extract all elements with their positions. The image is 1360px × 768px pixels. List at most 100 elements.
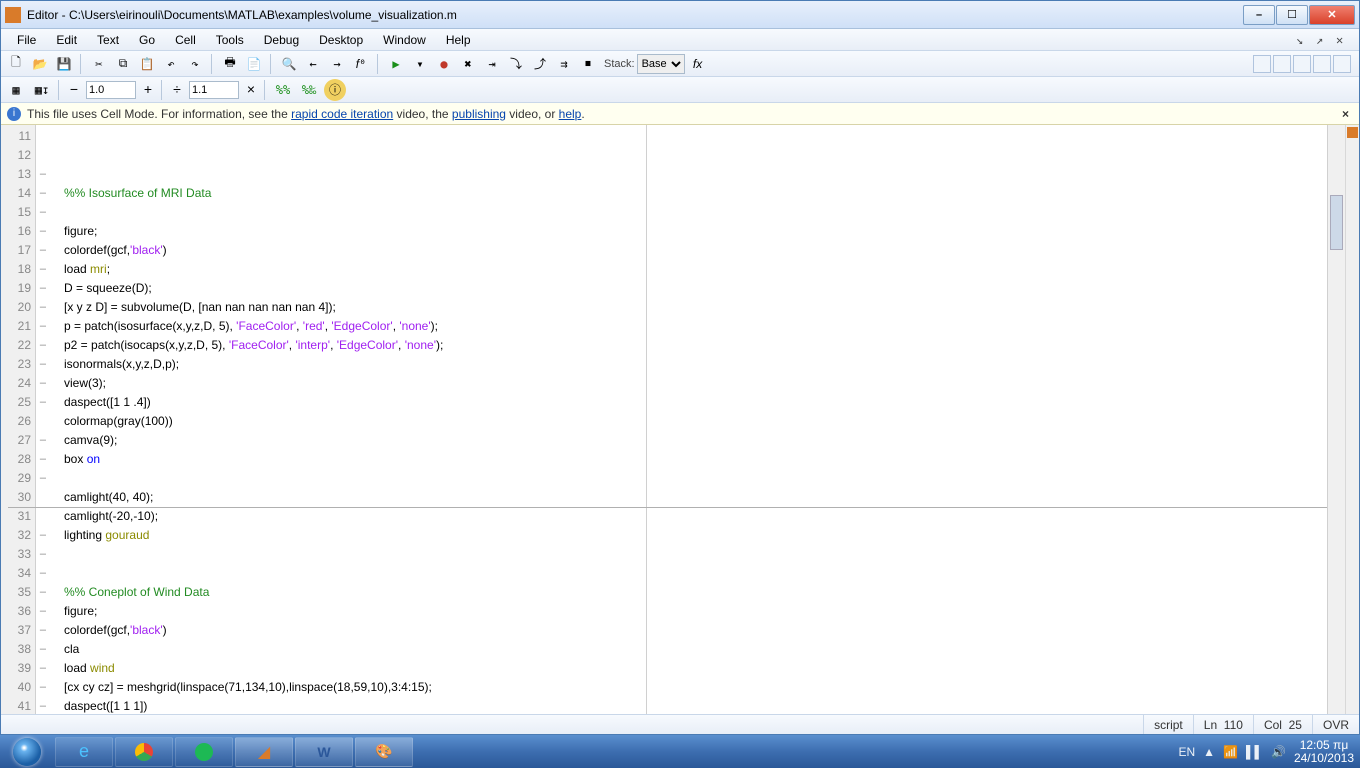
step-in-button[interactable]: ⤵ [505,53,527,75]
link-publishing[interactable]: publishing [452,107,506,121]
copy-button[interactable]: ⧉ [112,53,134,75]
line-number[interactable]: 30 [1,488,35,507]
menu-window[interactable]: Window [373,31,436,49]
dock-icon[interactable]: ↘ [1296,33,1310,47]
line-number[interactable]: 35 [1,583,35,602]
system-tray[interactable]: EN ▲ 📶 ▌▌ 🔊 12:05 πμ 24/10/2013 [1178,739,1360,765]
paste-button[interactable]: 📋 [136,53,158,75]
menu-desktop[interactable]: Desktop [309,31,373,49]
code-line[interactable]: p = patch(isosurface(x,y,z,D, 5), 'FaceC… [64,317,1327,336]
redo-button[interactable]: ↷ [184,53,206,75]
zoom-input-2[interactable] [189,81,239,99]
code-line[interactable] [64,203,1327,222]
menu-text[interactable]: Text [87,31,129,49]
taskbar-matlab[interactable]: ◢ [235,737,293,767]
line-number[interactable]: 40 [1,678,35,697]
code-line[interactable]: load wind [64,659,1327,678]
tile-2-button[interactable] [1273,55,1291,73]
code-line[interactable]: [x y z D] = subvolume(D, [nan nan nan na… [64,298,1327,317]
menu-file[interactable]: File [7,31,46,49]
line-number[interactable]: 31 [1,507,35,526]
insert-cell-text-button[interactable]: %‰ [298,79,320,101]
code-area[interactable]: %% Isosurface of MRI Datafigure;colordef… [36,125,1327,714]
code-line[interactable]: colormap(gray(100)) [64,412,1327,431]
tile-4-button[interactable] [1313,55,1331,73]
link-rapid-code[interactable]: rapid code iteration [291,107,393,121]
find-button[interactable]: 🔍 [278,53,300,75]
menu-tools[interactable]: Tools [206,31,254,49]
print-button[interactable]: 🖶 [219,53,241,75]
line-number[interactable]: 28 [1,450,35,469]
line-number[interactable]: 21 [1,317,35,336]
line-number[interactable]: 39 [1,659,35,678]
line-number[interactable]: 41 [1,697,35,714]
code-line[interactable] [64,545,1327,564]
open-button[interactable]: 📂 [29,53,51,75]
scrollbar-thumb[interactable] [1330,195,1343,250]
line-number[interactable]: 20 [1,298,35,317]
code-line[interactable]: figure; [64,222,1327,241]
stack-select[interactable]: Base [637,54,685,74]
zoom-plus-1[interactable]: + [140,81,156,99]
line-number[interactable]: 23 [1,355,35,374]
line-number[interactable]: 16 [1,222,35,241]
line-number[interactable]: 18 [1,260,35,279]
tray-volume-icon[interactable]: 🔊 [1271,745,1286,759]
cut-button[interactable]: ✂ [88,53,110,75]
taskbar-spotify[interactable] [175,737,233,767]
code-line[interactable]: load mri; [64,260,1327,279]
tile-max-button[interactable] [1333,55,1351,73]
line-number[interactable]: 27 [1,431,35,450]
code-line[interactable]: [cx cy cz] = meshgrid(linspace(71,134,10… [64,678,1327,697]
code-line[interactable] [64,469,1327,488]
step-out-button[interactable]: ⤴ [529,53,551,75]
line-number[interactable]: 11 [1,127,35,146]
code-line[interactable]: colordef(gcf,'black') [64,241,1327,260]
forward-button[interactable]: → [326,53,348,75]
code-line[interactable]: daspect([1 1 .4]) [64,393,1327,412]
zoom-div[interactable]: ÷ [169,81,185,99]
close-doc-icon[interactable]: ✕ [1336,33,1350,47]
windows-taskbar[interactable]: e ◢ W 🎨 EN ▲ 📶 ▌▌ 🔊 12:05 πμ 24/10/2013 [0,735,1360,768]
line-number[interactable]: 14 [1,184,35,203]
clear-breakpoints-button[interactable]: ✖ [457,53,479,75]
undo-button[interactable]: ↶ [160,53,182,75]
code-line[interactable]: %% Coneplot of Wind Data [64,583,1327,602]
titlebar[interactable]: Editor - C:\Users\eirinouli\Documents\MA… [1,1,1359,29]
code-line[interactable]: isonormals(x,y,z,D,p); [64,355,1327,374]
line-number[interactable]: 19 [1,279,35,298]
step-button[interactable]: ⇥ [481,53,503,75]
line-number[interactable]: 34 [1,564,35,583]
line-number[interactable]: 17 [1,241,35,260]
close-button[interactable] [1309,5,1355,25]
code-line[interactable]: view(3); [64,374,1327,393]
line-number[interactable]: 22 [1,336,35,355]
fx-button[interactable]: fx [687,53,709,75]
line-number[interactable]: 15 [1,203,35,222]
line-number[interactable]: 37 [1,621,35,640]
info-close-button[interactable]: × [1338,107,1353,121]
code-line[interactable]: D = squeeze(D); [64,279,1327,298]
maximize-button[interactable] [1276,5,1308,25]
zoom-minus-1[interactable]: − [66,81,82,99]
code-analyzer-status-icon[interactable] [1347,127,1358,138]
code-line[interactable]: cla [64,640,1327,659]
line-gutter[interactable]: 1112131415161718192021222324252627282930… [1,125,36,714]
run-button[interactable]: ▶ [385,53,407,75]
line-number[interactable]: 38 [1,640,35,659]
code-line[interactable]: %% Isosurface of MRI Data [64,184,1327,203]
code-line[interactable]: lighting gouraud [64,526,1327,545]
goto-fn-button[interactable]: f⁰ [350,53,372,75]
tray-network-icon[interactable]: 📶 [1223,745,1238,759]
zoom-input-1[interactable] [86,81,136,99]
exit-debug-button[interactable]: ⏹ [577,53,599,75]
menu-edit[interactable]: Edit [46,31,87,49]
tile-3-button[interactable] [1293,55,1311,73]
cell-help-button[interactable]: ⓘ [324,79,346,101]
line-number[interactable]: 29 [1,469,35,488]
minimize-button[interactable] [1243,5,1275,25]
code-line[interactable]: figure; [64,602,1327,621]
message-indicator-column[interactable] [1345,125,1359,714]
code-line[interactable]: camva(9); [64,431,1327,450]
tray-lang[interactable]: EN [1178,745,1195,759]
